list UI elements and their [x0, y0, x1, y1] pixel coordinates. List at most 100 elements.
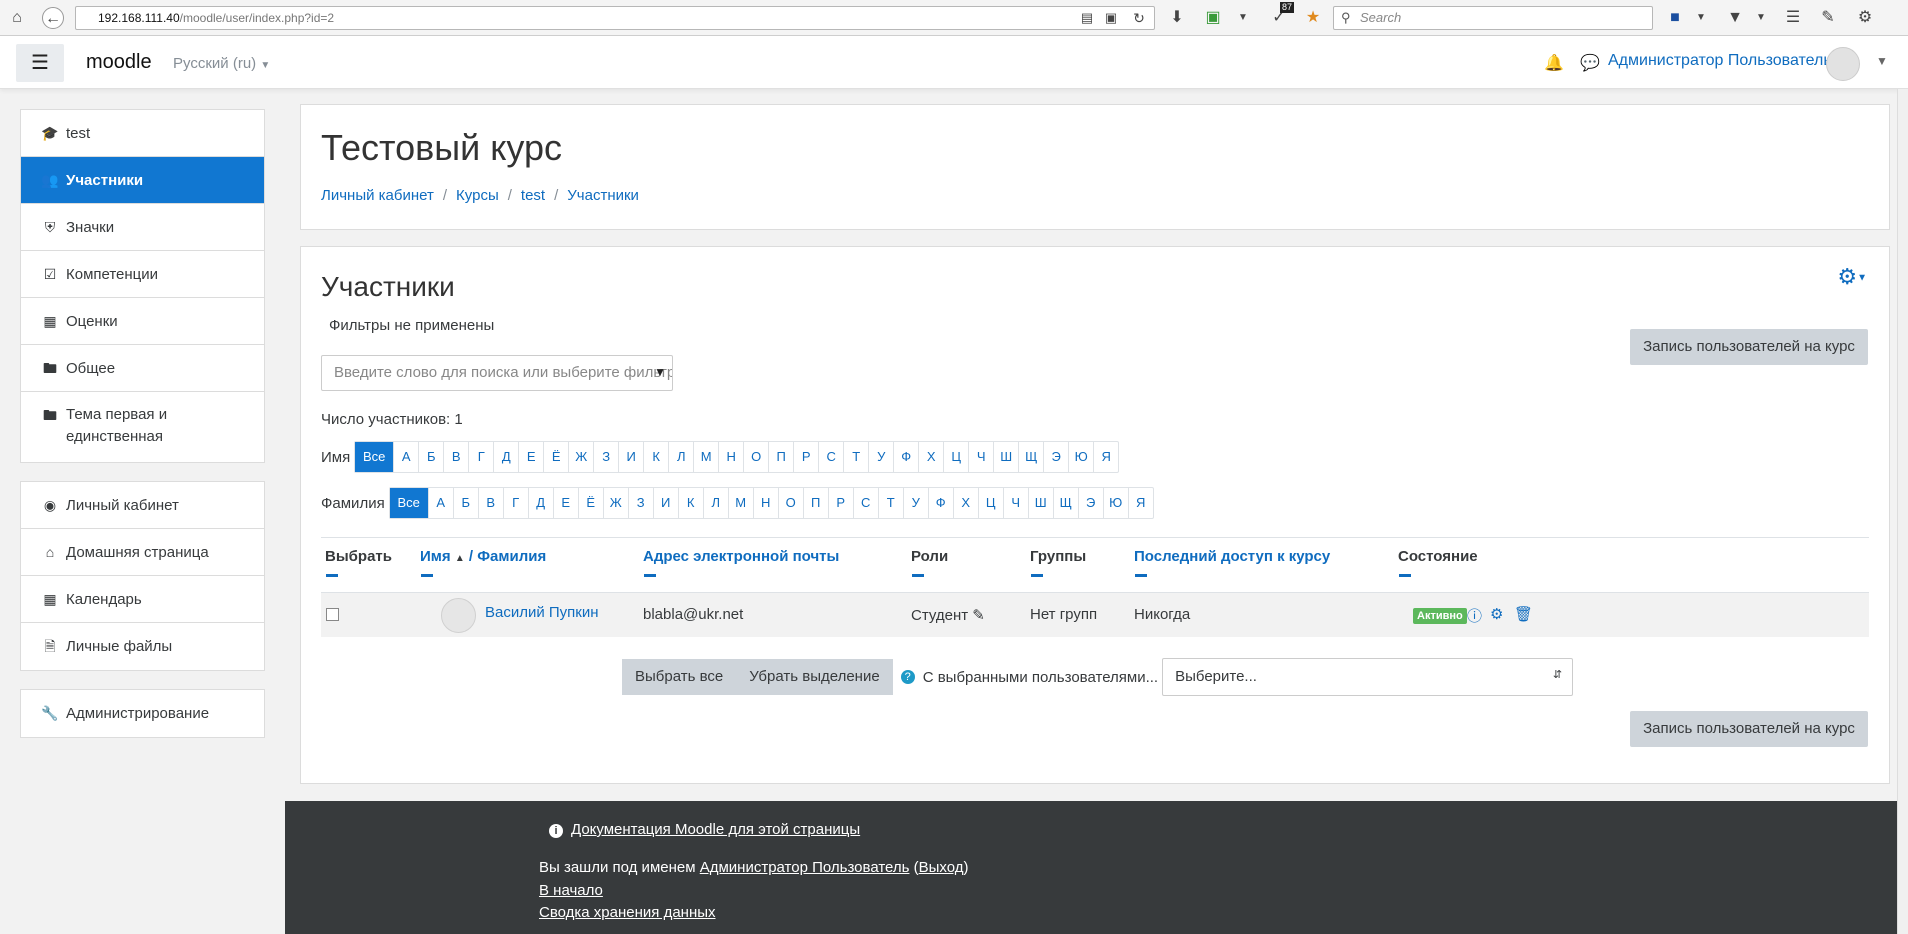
last-name-initial-letter[interactable]: Г [502, 488, 528, 518]
first-name-initial-letter[interactable]: А [393, 442, 418, 472]
sidebar-item-general[interactable]: 🖿 Общее [21, 345, 264, 392]
last-name-initial-letter[interactable]: Е [552, 488, 578, 518]
row-checkbox[interactable] [326, 608, 339, 621]
last-name-initial-letter[interactable]: З [627, 488, 653, 518]
last-name-initial-letter[interactable]: Р [827, 488, 853, 518]
select-all-button[interactable]: Выбрать все [622, 659, 737, 695]
sidebar-item-competencies[interactable]: ☑ Компетенции [21, 251, 264, 298]
first-name-initial-letter[interactable]: У [868, 442, 893, 472]
last-name-initial-letter[interactable]: Д [527, 488, 553, 518]
deselect-all-button[interactable]: Убрать выделение [736, 659, 893, 695]
last-name-initial-letter[interactable]: Ц [977, 488, 1003, 518]
settings-icon[interactable]: ⚙ [1854, 7, 1876, 29]
last-name-initial-letter[interactable]: С [852, 488, 878, 518]
first-name-initial-letter[interactable]: Щ [1018, 442, 1043, 472]
participant-name-link[interactable]: Василий Пупкин [485, 604, 599, 621]
bulk-action-select[interactable]: Выберите... ⇵ [1162, 658, 1574, 696]
save-icon[interactable]: ■ [1664, 7, 1686, 29]
first-name-initial-letter[interactable]: К [643, 442, 668, 472]
last-name-initial-letter[interactable]: К [677, 488, 703, 518]
first-name-initial-all[interactable]: Все [355, 442, 394, 472]
last-name-initial-letter[interactable]: Б [452, 488, 478, 518]
breadcrumb-item-courses[interactable]: Курсы [456, 187, 499, 204]
pencil-icon[interactable]: ✎ [972, 607, 985, 624]
home-link[interactable]: В начало [539, 882, 603, 899]
last-name-initial-letter[interactable]: У [902, 488, 928, 518]
sidebar-item-administration[interactable]: 🔧 Администрирование [21, 690, 264, 737]
scrollbar[interactable] [1897, 89, 1908, 934]
first-name-initial-letter[interactable]: З [593, 442, 618, 472]
help-icon[interactable]: ? [900, 670, 915, 684]
menu-icon[interactable]: ☰ [1782, 7, 1804, 29]
first-name-initial-letter[interactable]: Ф [893, 442, 918, 472]
first-name-initial-letter[interactable]: Е [518, 442, 543, 472]
enrol-users-button[interactable]: Запись пользователей на курс [1630, 329, 1868, 365]
sidebar-item-home[interactable]: ⌂ Домашняя страница [21, 529, 264, 576]
first-name-initial-letter[interactable]: Б [418, 442, 443, 472]
first-name-initial-letter[interactable]: Х [918, 442, 943, 472]
moodle-docs-link[interactable]: Документация Moodle для этой страницы [571, 821, 860, 838]
sidebar-item-badges[interactable]: ⛨ Значки [21, 204, 264, 251]
chevron-down-icon[interactable]: ▼ [1690, 7, 1712, 29]
first-name-initial-letter[interactable]: П [768, 442, 793, 472]
last-name-initial-letter[interactable]: В [477, 488, 503, 518]
last-name-initial-letter[interactable]: Ф [927, 488, 953, 518]
last-name-initial-letter[interactable]: М [727, 488, 753, 518]
download-icon[interactable]: ⬇ [1166, 7, 1188, 29]
first-name-initial-letter[interactable]: Г [468, 442, 493, 472]
last-name-initial-letter[interactable]: Х [952, 488, 978, 518]
sidebar-item-dashboard[interactable]: ◉ Личный кабинет [21, 482, 264, 529]
reload-icon[interactable]: ↻ [1128, 7, 1150, 29]
first-name-initial-letter[interactable]: Ш [993, 442, 1018, 472]
first-name-initial-letter[interactable]: Ч [968, 442, 993, 472]
first-name-initial-letter[interactable]: Я [1093, 442, 1118, 472]
bell-icon[interactable]: 🔔 [1544, 53, 1564, 73]
last-name-initial-letter[interactable]: Ч [1002, 488, 1028, 518]
chevron-down-icon[interactable]: ▼ [1876, 54, 1888, 68]
sidebar-item-test[interactable]: 🎓 test [21, 110, 264, 157]
first-name-initial-letter[interactable]: Р [793, 442, 818, 472]
last-name-initial-letter[interactable]: Ё [577, 488, 603, 518]
col-last-access[interactable]: Последний доступ к курсу [1134, 548, 1330, 565]
browser-search-input[interactable]: ⚲ Search [1333, 6, 1653, 30]
first-name-initial-letter[interactable]: Э [1043, 442, 1068, 472]
hamburger-menu-button[interactable]: ☰ [16, 44, 64, 82]
sidebar-item-private-files[interactable]: 🗎 Личные файлы [21, 623, 264, 670]
first-name-initial-letter[interactable]: Н [718, 442, 743, 472]
last-name-initial-letter[interactable]: Щ [1052, 488, 1078, 518]
sidebar-item-calendar[interactable]: ▦ Календарь [21, 576, 264, 623]
last-name-initial-letter[interactable]: О [777, 488, 803, 518]
info-icon[interactable]: ⓘ [1467, 605, 1482, 626]
first-name-initial-letter[interactable]: Т [843, 442, 868, 472]
first-name-initial-letter[interactable]: Л [668, 442, 693, 472]
first-name-initial-letter[interactable]: Ц [943, 442, 968, 472]
first-name-initial-letter[interactable]: Ё [543, 442, 568, 472]
reader-icon[interactable]: ▤ [1076, 7, 1098, 29]
last-name-initial-letter[interactable]: Ю [1102, 488, 1128, 518]
tools-icon[interactable]: ✎ [1817, 7, 1839, 29]
back-icon[interactable]: ← [42, 7, 64, 29]
pocket-icon[interactable]: ▣ [1100, 7, 1122, 29]
brand-logo[interactable]: moodle [86, 51, 152, 74]
breadcrumb-item-test[interactable]: test [521, 187, 545, 204]
last-name-initial-letter[interactable]: Я [1127, 488, 1153, 518]
last-name-initial-letter[interactable]: П [802, 488, 828, 518]
first-name-initial-letter[interactable]: В [443, 442, 468, 472]
avatar[interactable] [441, 598, 476, 633]
breadcrumb-item-participants[interactable]: Участники [567, 187, 639, 204]
first-name-initial-letter[interactable]: Д [493, 442, 518, 472]
first-name-initial-letter[interactable]: О [743, 442, 768, 472]
gear-icon[interactable]: ⚙ [1490, 605, 1503, 623]
sidebar-item-participants[interactable]: 👥 Участники [21, 157, 264, 204]
filter-input[interactable]: Введите слово для поиска или выберите фи… [321, 355, 673, 391]
user-menu[interactable]: Администратор Пользователь [1608, 52, 1832, 70]
last-name-initial-letter[interactable]: Т [877, 488, 903, 518]
pocket-save-icon[interactable]: ▼ [1724, 7, 1746, 29]
footer-user-link[interactable]: Администратор Пользователь [700, 859, 910, 876]
chevron-down-icon[interactable]: ▼ [1232, 7, 1254, 29]
breadcrumb-item-dashboard[interactable]: Личный кабинет [321, 187, 434, 204]
gear-icon[interactable]: ⚙▼ [1837, 264, 1867, 290]
last-name-initial-letter[interactable]: Л [702, 488, 728, 518]
first-name-initial-letter[interactable]: Ж [568, 442, 593, 472]
trash-icon[interactable]: 🗑 [1514, 605, 1533, 623]
